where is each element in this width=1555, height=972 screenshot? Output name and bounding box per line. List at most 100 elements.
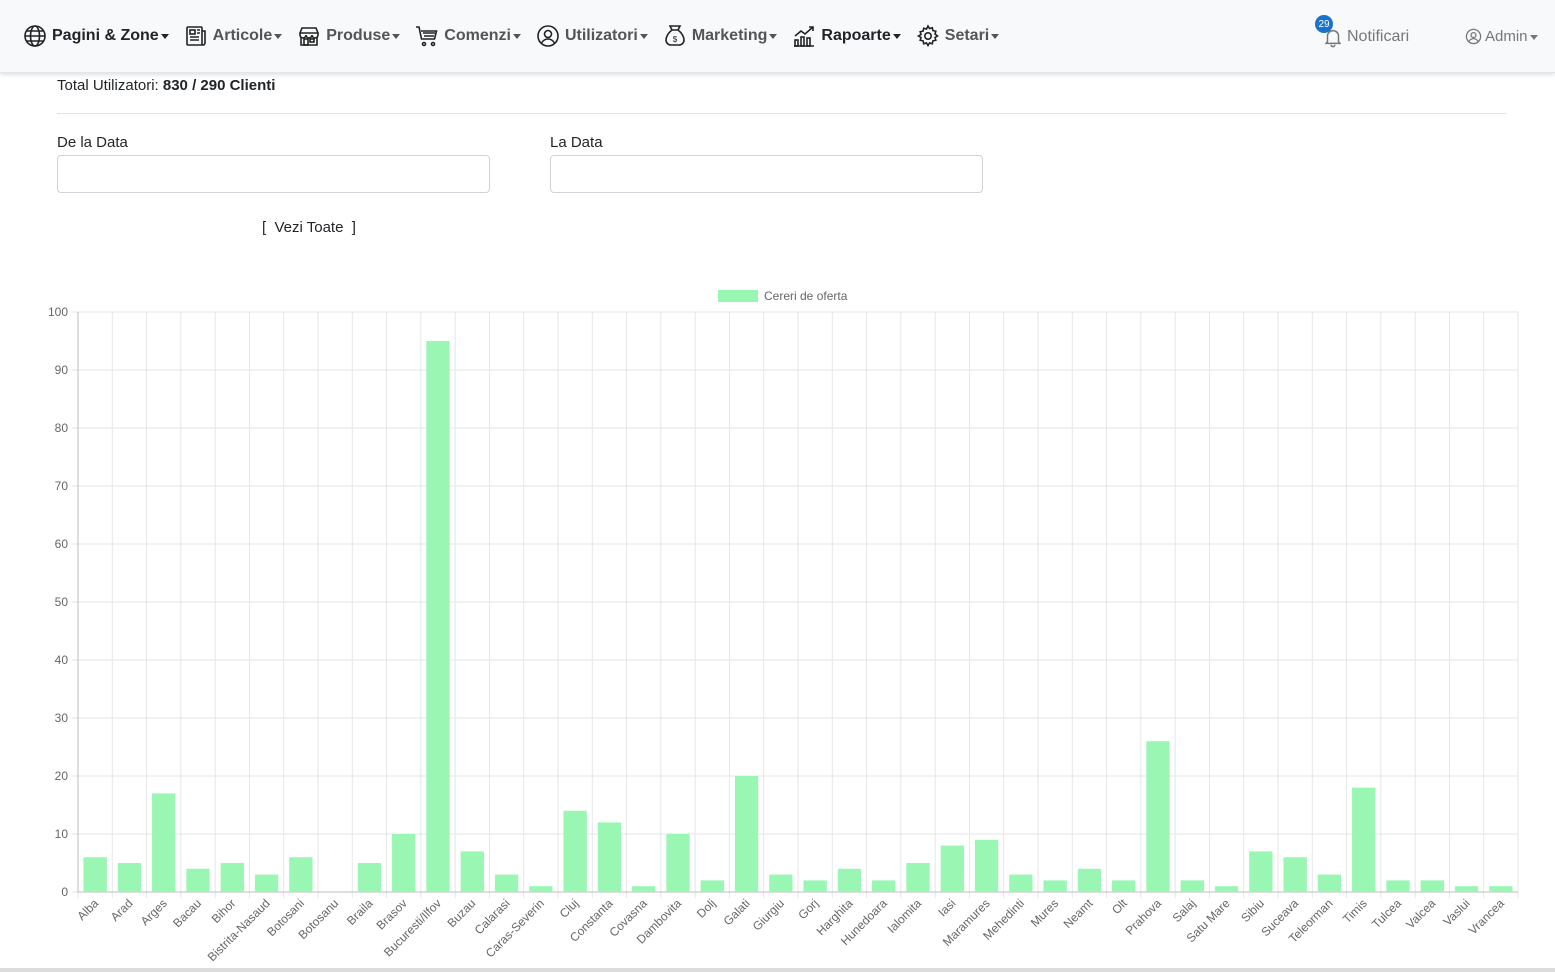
- svg-text:$: $: [673, 35, 678, 44]
- nav-item-rapoarte[interactable]: Rapoarte: [791, 23, 901, 49]
- legend-label: Cereri de oferta: [764, 289, 848, 303]
- bar: [1489, 886, 1513, 892]
- x-tick-label: Prahova: [1123, 896, 1165, 938]
- nav-item-label: Marketing: [691, 27, 768, 44]
- bar: [186, 868, 210, 892]
- nav-item-marketing[interactable]: $ Marketing: [662, 23, 778, 49]
- bar: [254, 874, 279, 892]
- y-tick-label: 10: [55, 827, 69, 841]
- bar: [1420, 880, 1444, 892]
- x-tick-label: Dolj: [694, 896, 719, 921]
- x-tick-label: Bistrita-Nasaud: [205, 896, 273, 964]
- x-tick-label: Sibiu: [1238, 896, 1267, 925]
- bar: [117, 863, 142, 892]
- chevron-down-icon: [639, 34, 648, 39]
- y-tick-label: 60: [55, 537, 69, 551]
- x-tick-label: Bacau: [170, 896, 204, 930]
- bar: [220, 863, 244, 892]
- money-bag-icon: $: [662, 23, 688, 49]
- bar: [494, 874, 519, 892]
- bar: [940, 845, 964, 892]
- y-tick-label: 90: [55, 363, 69, 377]
- horizontal-scrollbar[interactable]: [0, 968, 1555, 972]
- bar: [700, 880, 724, 892]
- bar: [632, 886, 656, 892]
- chevron-down-icon: [892, 34, 901, 39]
- chevron-down-icon: [392, 34, 401, 39]
- notifications-link[interactable]: 29 Notificari: [1315, 15, 1410, 48]
- nav-item-pagini-zone[interactable]: Pagini & Zone: [22, 23, 169, 49]
- total-users-summary: Total Utilizatori: 830 / 290 Clienti: [57, 77, 275, 94]
- y-tick-label: 70: [55, 479, 69, 493]
- bell-icon: 29: [1315, 15, 1344, 48]
- admin-dropdown[interactable]: Admin: [1465, 28, 1538, 45]
- y-tick-label: 20: [55, 769, 69, 783]
- nav-item-label: Utilizatori: [564, 27, 638, 44]
- x-tick-label: Valcea: [1403, 896, 1438, 931]
- nav-item-label: Articole: [212, 27, 273, 44]
- nav-item-comenzi[interactable]: Comenzi: [414, 23, 521, 49]
- total-users-value: 830 / 290 Clienti: [162, 77, 276, 94]
- from-date-input[interactable]: [57, 155, 490, 193]
- chevron-down-icon: [160, 34, 169, 39]
- bar: [837, 868, 862, 892]
- to-date-label: La Data: [550, 134, 603, 151]
- bar: [872, 880, 896, 892]
- bar: [1180, 880, 1204, 892]
- bar: [1214, 886, 1239, 892]
- bar: [1454, 886, 1479, 892]
- bar: [769, 874, 793, 892]
- admin-label: Admin: [1485, 28, 1528, 45]
- bar: [803, 880, 827, 892]
- x-tick-label: Vrancea: [1466, 896, 1507, 937]
- chevron-down-icon: [1529, 34, 1538, 40]
- x-tick-label: Mures: [1028, 896, 1061, 929]
- to-date-input[interactable]: [550, 155, 983, 193]
- bar: [1009, 874, 1033, 892]
- x-tick-label: Giurgiu: [750, 896, 787, 933]
- nav-item-label: Comenzi: [444, 27, 511, 44]
- shop-icon: [296, 23, 322, 49]
- bar: [1043, 880, 1067, 892]
- bar: [1352, 787, 1376, 892]
- bar: [1249, 851, 1273, 892]
- bar: [666, 834, 690, 892]
- bar: [597, 822, 622, 892]
- nav-item-utilizatori[interactable]: Utilizatori: [535, 23, 648, 49]
- nav-item-produse[interactable]: Produse: [296, 23, 401, 49]
- bar: [289, 857, 313, 892]
- x-tick-label: Ialomita: [885, 896, 925, 936]
- x-tick-label: Bihor: [209, 896, 239, 926]
- nav-menu: Pagini & Zone Articole Produse Comenzi Utili…: [22, 23, 1013, 49]
- chevron-down-icon: [512, 34, 521, 39]
- globe-icon: [22, 23, 48, 49]
- bar: [152, 793, 176, 892]
- x-tick-label: Tulcea: [1369, 896, 1404, 931]
- nav-item-setari[interactable]: Setari: [915, 23, 1000, 49]
- nav-item-label: Setari: [944, 27, 990, 44]
- y-tick-label: 100: [48, 305, 68, 319]
- chart-growth-icon: [791, 23, 817, 49]
- x-tick-label: Arad: [108, 896, 136, 924]
- bar: [529, 886, 553, 892]
- bar: [1146, 741, 1170, 892]
- x-tick-label: Braila: [344, 896, 376, 928]
- total-users-label: Total Utilizatori:: [57, 77, 163, 94]
- x-tick-label: Neamt: [1061, 896, 1096, 931]
- chevron-down-icon: [991, 34, 1000, 39]
- view-all-link[interactable]: [ Vezi Toate ]: [262, 219, 356, 236]
- bar: [426, 341, 450, 892]
- x-tick-label: Gorj: [795, 896, 821, 922]
- nav-item-label: Pagini & Zone: [52, 27, 159, 44]
- bar: [563, 810, 587, 892]
- nav-item-articole[interactable]: Articole: [183, 23, 283, 49]
- notification-count-badge: 29: [1315, 15, 1333, 33]
- bar: [906, 863, 930, 892]
- user-circle-icon: [1465, 28, 1482, 45]
- divider: [57, 113, 1506, 114]
- bar: [83, 857, 107, 892]
- chevron-down-icon: [274, 34, 283, 39]
- x-tick-label: Cluj: [557, 896, 582, 921]
- nav-item-label: Rapoarte: [821, 27, 891, 44]
- notifications-label: Notificari: [1347, 28, 1410, 45]
